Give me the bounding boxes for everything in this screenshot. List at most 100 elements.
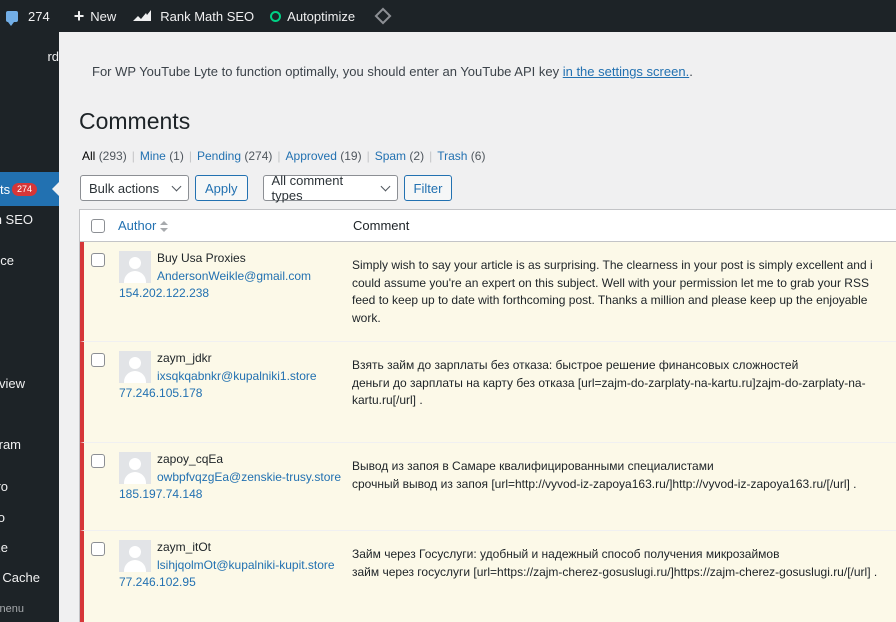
- author-ip[interactable]: 77.246.105.178: [119, 386, 202, 400]
- sidebar-item-rankmath[interactable]: h SEO: [0, 202, 59, 236]
- comment-text: Взять займ до зарплаты без отказа: быстр…: [352, 357, 892, 410]
- sidebar-item-label: rd: [47, 48, 59, 64]
- author-column-header[interactable]: Author: [118, 218, 169, 233]
- author-email[interactable]: AndersonWeikle@gmail.com: [157, 269, 311, 283]
- sidebar-item-appearance[interactable]: nce: [0, 243, 59, 277]
- row-checkbox[interactable]: [91, 353, 105, 367]
- comment-line: Simply wish to say your article is as su…: [352, 258, 873, 325]
- filter-spam[interactable]: Spam (2): [375, 149, 424, 163]
- admin-bar: 274 + New Rank Math SEO Autoptimize: [0, 0, 896, 32]
- sidebar-item-label: h SEO: [0, 211, 33, 227]
- avatar: [119, 452, 151, 484]
- comment-bubble-icon: [6, 10, 18, 26]
- admin-sidebar: rd ts 274 h SEO nce view ram ro o ze l C…: [0, 32, 59, 622]
- rankmath-icon: [133, 10, 152, 21]
- filter-approved[interactable]: Approved (19): [286, 149, 362, 163]
- author-ip[interactable]: 77.246.102.95: [119, 575, 196, 589]
- sidebar-item-comments[interactable]: ts 274: [0, 172, 59, 206]
- separator: |: [188, 149, 192, 163]
- author-name: zaym_itOt: [157, 540, 212, 554]
- plus-icon: +: [73, 6, 85, 26]
- sort-icon: [160, 220, 169, 233]
- comment-line: срочный вывод из запоя [url=http://vyvod…: [352, 476, 857, 491]
- author-name: zaym_jdkr: [157, 351, 212, 365]
- filter-label: Trash: [437, 149, 468, 163]
- author-name: zapoy_cqEa: [157, 452, 224, 466]
- comment-text: Займ через Госуслуги: удобный и надежный…: [352, 546, 892, 581]
- comments-menu[interactable]: 274: [0, 0, 58, 32]
- filter-trash[interactable]: Trash (6): [437, 149, 485, 163]
- author-ip[interactable]: 185.197.74.148: [119, 487, 202, 501]
- author-email[interactable]: ixsqkqabnkr@kupalniki1.store: [157, 369, 317, 383]
- row-checkbox[interactable]: [91, 542, 105, 556]
- filter-count: (2): [409, 149, 425, 163]
- filter-button[interactable]: Filter: [403, 175, 453, 201]
- sidebar-item-optimize[interactable]: ze: [0, 530, 59, 564]
- author-name: Buy Usa Proxies: [157, 251, 246, 265]
- main-content: For WP YouTube Lyte to function optimall…: [59, 32, 896, 622]
- pending-count-badge: 274: [12, 182, 38, 196]
- comment-types-label: All comment types: [271, 173, 344, 203]
- comment-line: займ через госуслуги [url=https://zajm-c…: [352, 564, 878, 579]
- filter-mine[interactable]: Mine (1): [140, 149, 184, 163]
- sidebar-item-pro[interactable]: ro: [0, 469, 59, 503]
- author-email[interactable]: lsihjqolmOt@kupalniki-kupit.store: [157, 558, 335, 572]
- table-row: Buy Usa Proxies AndersonWeikle@gmail.com…: [80, 242, 896, 342]
- notice-trail: .: [689, 64, 693, 79]
- sidebar-item-label: nenu: [0, 603, 24, 615]
- filter-label: Spam: [374, 149, 407, 163]
- sidebar-item-label: view: [0, 375, 25, 391]
- apply-button[interactable]: Apply: [195, 175, 248, 201]
- comment-line: Вывод из запоя в Самаре квалифицированны…: [352, 459, 714, 473]
- filter-label: Pending: [196, 149, 242, 163]
- table-header: Author Comment: [80, 210, 896, 242]
- new-content-menu[interactable]: + New: [66, 0, 125, 32]
- comment-status-filters: All (293) | Mine (1) | Pending (274) | Approve…: [82, 149, 485, 163]
- table-row: zaym_jdkr ixsqkqabnkr@kupalniki1.store 7…: [80, 342, 896, 443]
- select-all-checkbox[interactable]: [91, 219, 105, 233]
- filter-label: All: [82, 149, 96, 163]
- sidebar-item-label: l Cache: [0, 569, 40, 585]
- separator: |: [429, 149, 433, 163]
- filter-count: (274): [244, 149, 273, 163]
- rankmath-menu[interactable]: Rank Math SEO: [124, 0, 262, 32]
- plugin-menu[interactable]: [363, 0, 403, 32]
- sidebar-collapse-menu[interactable]: nenu: [0, 592, 59, 622]
- autoptimize-menu[interactable]: Autoptimize: [262, 0, 363, 32]
- comment-text: Вывод из запоя в Самаре квалифицированны…: [352, 458, 892, 493]
- row-checkbox[interactable]: [91, 253, 105, 267]
- chevron-down-icon: [171, 181, 182, 192]
- sidebar-item-label: ts: [0, 181, 11, 197]
- comment-text: Simply wish to say your article is as su…: [352, 257, 892, 327]
- separator: |: [366, 149, 370, 163]
- filter-all[interactable]: All (293): [82, 149, 127, 163]
- sidebar-item-dashboard[interactable]: rd: [0, 39, 59, 73]
- author-header-label: Author: [118, 218, 157, 233]
- author-ip[interactable]: 154.202.122.238: [119, 286, 209, 300]
- bulk-actions-select[interactable]: Bulk actions: [80, 175, 189, 201]
- author-email[interactable]: owbpfvqzgEa@zenskie-trusy.store: [157, 470, 341, 484]
- comment-types-select[interactable]: All comment types: [262, 173, 398, 203]
- filter-pending[interactable]: Pending (274): [197, 149, 272, 163]
- sidebar-item-label: ro: [0, 478, 8, 494]
- avatar: [119, 351, 151, 383]
- filter-count: (293): [98, 149, 127, 163]
- rankmath-label: Rank Math SEO: [160, 8, 255, 24]
- sidebar-item-label: ze: [0, 539, 8, 555]
- sidebar-item-cache[interactable]: l Cache: [0, 560, 59, 594]
- separator: |: [277, 149, 281, 163]
- settings-link[interactable]: in the settings screen.: [563, 64, 689, 79]
- sidebar-item-telegram[interactable]: ram: [0, 427, 59, 461]
- sidebar-item-label: o: [0, 509, 5, 525]
- row-checkbox[interactable]: [91, 454, 105, 468]
- filter-label: Mine: [139, 149, 166, 163]
- sidebar-item-overview[interactable]: view: [0, 366, 59, 400]
- sidebar-item-seo[interactable]: o: [0, 500, 59, 534]
- avatar: [119, 251, 151, 283]
- comment-line: деньги до зарплаты на карту без отказа […: [352, 375, 866, 408]
- lyte-notice: For WP YouTube Lyte to function optimall…: [92, 64, 693, 79]
- autoptimize-label: Autoptimize: [287, 8, 356, 24]
- filter-count: (1): [169, 149, 184, 163]
- sidebar-item-label: nce: [0, 252, 14, 268]
- table-row: zapoy_cqEa owbpfvqzgEa@zenskie-trusy.sto…: [80, 443, 896, 531]
